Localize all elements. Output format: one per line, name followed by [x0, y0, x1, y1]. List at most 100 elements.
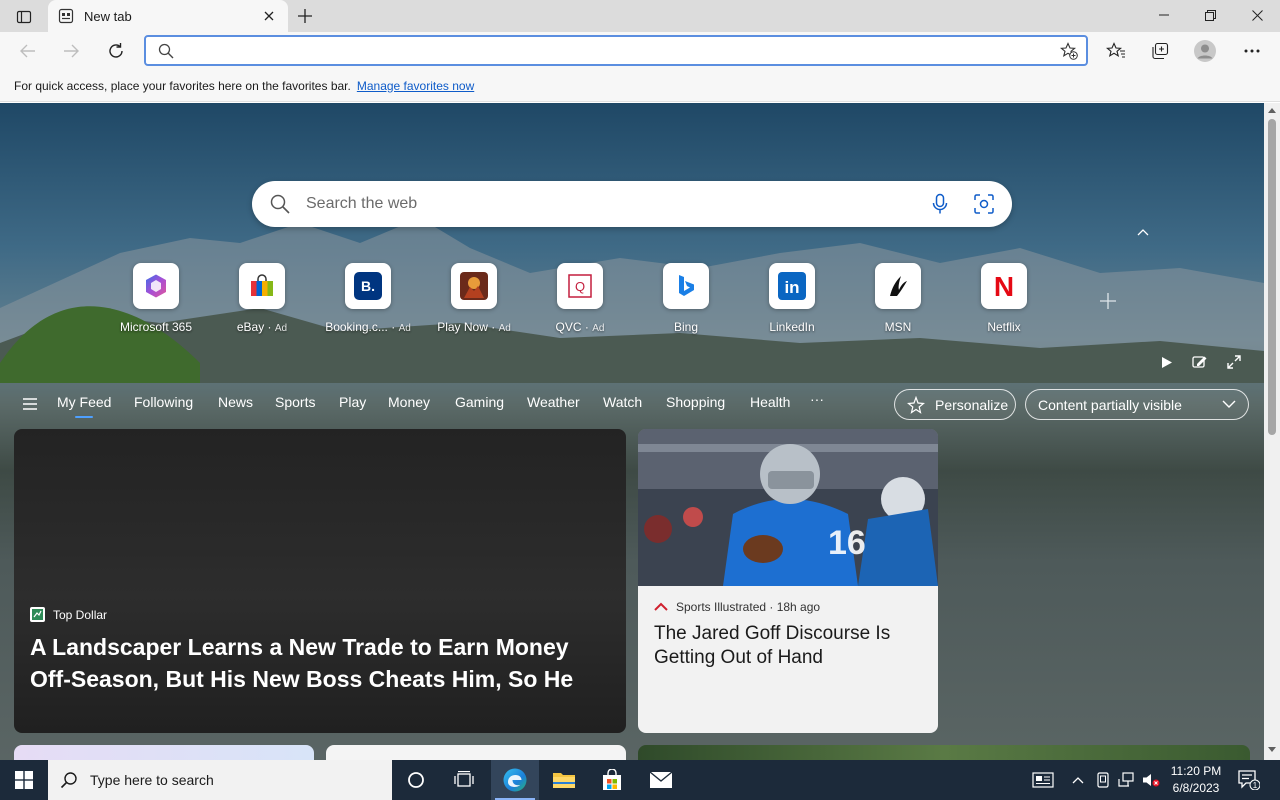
- profile-button[interactable]: [1190, 36, 1220, 66]
- news-card-sports-illustrated[interactable]: 16 Sports Illustrated · 18h ago The Jare…: [638, 429, 938, 733]
- forward-button[interactable]: [56, 36, 86, 66]
- taskbar-search-box[interactable]: [48, 760, 392, 800]
- personalize-button[interactable]: Personalize: [894, 389, 1016, 420]
- favorites-star-icon: [1106, 42, 1125, 58]
- favorites-bar-message: For quick access, place your favorites h…: [14, 78, 351, 93]
- quick-link-ebay[interactable]: eBay · Ad: [212, 263, 312, 334]
- manage-favorites-link[interactable]: Manage favorites now: [357, 79, 474, 93]
- feed-tab-watch[interactable]: Watch: [603, 394, 642, 410]
- mail-envelope-icon: [649, 771, 673, 788]
- feed-tab-weather[interactable]: Weather: [527, 394, 580, 410]
- svg-text:in: in: [784, 278, 799, 297]
- scroll-up-arrow-icon[interactable]: [1267, 106, 1277, 114]
- chevron-up-icon: [1072, 777, 1084, 784]
- hamburger-menu-icon[interactable]: [20, 395, 40, 413]
- feed-tab-sports[interactable]: Sports: [275, 394, 315, 410]
- taskbar-search-input[interactable]: [90, 772, 370, 788]
- quick-link-bing[interactable]: Bing: [636, 263, 736, 334]
- taskbar-clock[interactable]: 11:20 PM 6/8/2023: [1164, 763, 1228, 797]
- card-headline[interactable]: A Landscaper Learns a New Trade to Earn …: [30, 631, 615, 695]
- news-card-peek[interactable]: [326, 745, 626, 760]
- new-tab-button[interactable]: [292, 4, 318, 28]
- notification-center-button[interactable]: 1: [1236, 760, 1262, 800]
- news-card-peek[interactable]: [14, 745, 314, 760]
- tab-new-tab[interactable]: New tab: [48, 0, 288, 32]
- play-icon: [1162, 356, 1172, 368]
- network-tray-button[interactable]: [1115, 760, 1139, 800]
- taskbar-mail-app[interactable]: [637, 760, 685, 800]
- task-view-button[interactable]: [440, 760, 488, 800]
- feed-tab-play[interactable]: Play: [339, 394, 366, 410]
- expand-icon: [1227, 355, 1241, 369]
- microphone-icon[interactable]: [928, 192, 952, 216]
- feed-tab-health[interactable]: Health: [750, 394, 790, 410]
- restore-button[interactable]: [1187, 0, 1233, 30]
- add-favorite-icon[interactable]: [1060, 42, 1078, 60]
- start-button[interactable]: [0, 760, 48, 800]
- address-input[interactable]: [184, 41, 1044, 61]
- web-search-input[interactable]: [306, 193, 906, 215]
- edge-browser-icon: [503, 768, 527, 792]
- visual-search-icon[interactable]: [972, 192, 996, 216]
- folder-icon: [553, 773, 575, 788]
- scroll-down-arrow-icon[interactable]: [1267, 746, 1277, 754]
- back-button[interactable]: [13, 36, 43, 66]
- refresh-button[interactable]: [101, 36, 131, 66]
- quick-link-msn[interactable]: MSN: [848, 263, 948, 334]
- bing-icon: [679, 275, 694, 296]
- feed-navigation: My Feed Following News Sports Play Money…: [0, 379, 1264, 429]
- feed-tab-shopping[interactable]: Shopping: [666, 394, 725, 410]
- quick-link-microsoft-365[interactable]: Microsoft 365: [106, 263, 206, 334]
- address-bar[interactable]: [144, 35, 1088, 66]
- card-headline[interactable]: The Jared Goff Discourse Is Getting Out …: [654, 622, 924, 670]
- taskbar-edge-app[interactable]: [491, 760, 539, 800]
- add-quick-link-button[interactable]: [1096, 289, 1120, 313]
- plus-icon: [298, 9, 312, 23]
- card-source-name: Sports Illustrated · 18h ago: [676, 600, 821, 614]
- edit-background-button[interactable]: [1189, 351, 1211, 373]
- news-card-peek[interactable]: [638, 745, 1250, 760]
- scrollbar-thumb[interactable]: [1268, 119, 1276, 435]
- play-background-button[interactable]: [1156, 351, 1178, 373]
- quick-link-netflix[interactable]: N Netflix: [954, 263, 1054, 334]
- feed-tab-news[interactable]: News: [218, 394, 253, 410]
- taskbar-file-explorer-app[interactable]: [540, 760, 588, 800]
- close-window-button[interactable]: [1234, 0, 1280, 30]
- tab-actions-button[interactable]: [10, 6, 38, 28]
- quick-link-linkedin[interactable]: in LinkedIn: [742, 263, 842, 334]
- settings-more-button[interactable]: [1237, 36, 1267, 66]
- feed-tab-following[interactable]: Following: [134, 394, 193, 410]
- volume-tray-button[interactable]: [1140, 760, 1162, 800]
- sparkle-star-icon: [907, 395, 925, 414]
- feed-tab-gaming[interactable]: Gaming: [455, 394, 504, 410]
- news-widget-button[interactable]: [1028, 760, 1058, 800]
- minimize-button[interactable]: [1141, 0, 1187, 30]
- taskbar-store-app[interactable]: [588, 760, 636, 800]
- quick-link-tile: [875, 263, 921, 309]
- favorites-button[interactable]: [1101, 36, 1131, 66]
- personalize-label: Personalize: [935, 396, 1009, 413]
- content-visibility-select[interactable]: Content partially visible: [1025, 389, 1249, 420]
- arrow-right-icon: [64, 44, 79, 58]
- card-source: Top Dollar: [30, 607, 107, 622]
- feed-tab-my-feed[interactable]: My Feed: [57, 394, 111, 418]
- device-icon: [1097, 772, 1109, 788]
- page-scrollbar[interactable]: [1264, 103, 1280, 760]
- quick-link-booking[interactable]: B. Booking.c... · Ad: [318, 263, 418, 334]
- device-tray-button[interactable]: [1092, 760, 1114, 800]
- news-card-top-dollar[interactable]: Top Dollar A Landscaper Learns a New Tra…: [14, 429, 626, 733]
- feed-tab-money[interactable]: Money: [388, 394, 430, 410]
- cortana-button[interactable]: [392, 760, 440, 800]
- svg-text:B.: B.: [361, 278, 375, 294]
- quick-link-qvc[interactable]: Q QVC · Ad: [530, 263, 630, 334]
- fullscreen-background-button[interactable]: [1223, 351, 1245, 373]
- show-hidden-icons-button[interactable]: [1068, 760, 1088, 800]
- feed-more-button[interactable]: ···: [810, 391, 824, 407]
- favorites-bar: For quick access, place your favorites h…: [0, 70, 1280, 102]
- tab-close-button[interactable]: [260, 7, 278, 25]
- minimize-icon: [1159, 14, 1169, 16]
- quick-link-play-now[interactable]: Play Now · Ad: [424, 263, 524, 334]
- collections-button[interactable]: [1145, 36, 1175, 66]
- collapse-quick-links-button[interactable]: [1132, 223, 1154, 241]
- web-search-box[interactable]: [252, 181, 1012, 227]
